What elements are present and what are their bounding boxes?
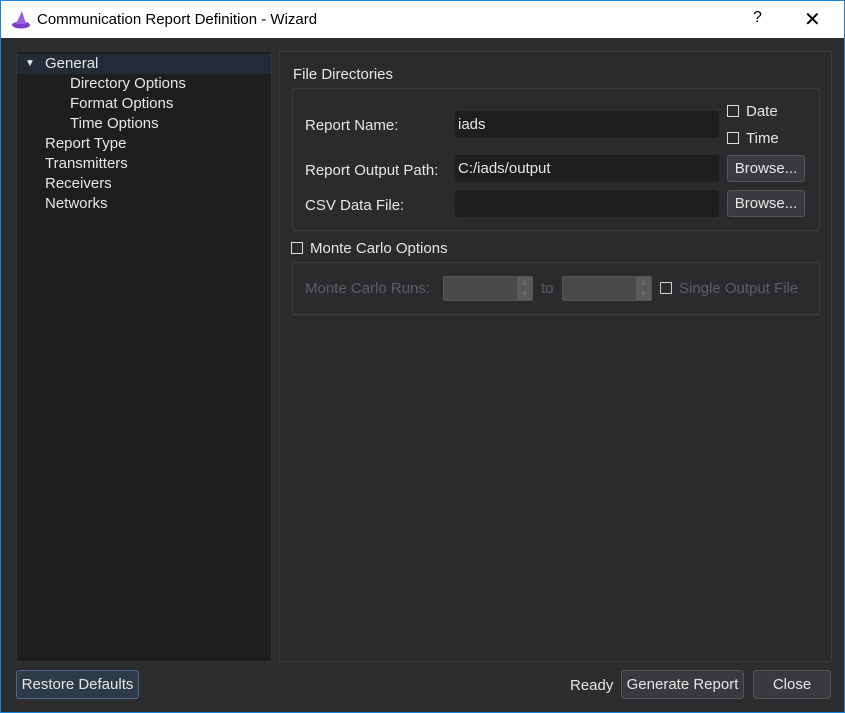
tree-item-time-options[interactable]: Time Options: [70, 114, 159, 134]
tree-item-general[interactable]: ▼ General: [17, 54, 271, 74]
csv-label: CSV Data File:: [305, 197, 405, 214]
tree-item-report-type[interactable]: Report Type: [45, 134, 126, 154]
tree-item-receivers[interactable]: Receivers: [45, 174, 112, 194]
title-bar: Communication Report Definition - Wizard…: [1, 1, 844, 38]
browse-csv-button[interactable]: Browse...: [727, 190, 805, 217]
browse-output-button[interactable]: Browse...: [727, 155, 805, 182]
close-button[interactable]: Close: [753, 670, 831, 699]
checkbox-icon: [660, 282, 672, 294]
time-checkbox[interactable]: Time: [727, 130, 779, 147]
tree-item-transmitters[interactable]: Transmitters: [45, 154, 128, 174]
output-path-label: Report Output Path:: [305, 162, 439, 179]
tree-item-networks[interactable]: Networks: [45, 194, 108, 214]
checkbox-icon: [727, 105, 739, 117]
monte-carlo-runs-label: Monte Carlo Runs:: [305, 280, 431, 297]
tree-item-format-options[interactable]: Format Options: [70, 94, 173, 114]
navigation-tree: ▼ General Directory Options Format Optio…: [16, 51, 272, 662]
tree-item-directory-options[interactable]: Directory Options: [70, 74, 186, 94]
window-close-button[interactable]: ✕: [804, 7, 821, 32]
checkbox-icon: [291, 242, 303, 254]
status-text: Ready: [570, 677, 614, 694]
date-checkbox[interactable]: Date: [727, 103, 778, 120]
report-name-label: Report Name:: [305, 117, 399, 134]
monte-carlo-checkbox[interactable]: Monte Carlo Options: [291, 240, 448, 257]
general-panel: File Directories Report Name: iads Date …: [279, 51, 832, 662]
output-path-input[interactable]: C:/iads/output: [455, 155, 719, 182]
single-output-checkbox[interactable]: Single Output File: [660, 280, 798, 297]
expand-arrow-icon[interactable]: ▼: [25, 54, 35, 74]
file-directories-title: File Directories: [293, 66, 394, 83]
checkbox-icon: [727, 132, 739, 144]
wizard-hat-icon: [12, 11, 30, 29]
monte-carlo-group: Monte Carlo Runs: ▲ ▼ to ▲ ▼ Single Output…: [292, 262, 820, 315]
generate-report-button[interactable]: Generate Report: [621, 670, 744, 699]
runs-from-spinbox[interactable]: ▲ ▼: [443, 276, 533, 301]
window-title: Communication Report Definition - Wizard: [37, 11, 318, 28]
report-name-input[interactable]: iads: [455, 111, 719, 138]
help-button[interactable]: ?: [753, 9, 762, 27]
to-label: to: [541, 280, 554, 297]
runs-to-spinbox[interactable]: ▲ ▼: [562, 276, 652, 301]
spin-arrows-icon[interactable]: ▲ ▼: [517, 277, 532, 300]
csv-data-file-input[interactable]: [455, 190, 719, 217]
file-directories-group: Report Name: iads Date Time Report Outpu…: [292, 88, 820, 231]
spin-arrows-icon[interactable]: ▲ ▼: [636, 277, 651, 300]
restore-defaults-button[interactable]: Restore Defaults: [16, 670, 139, 699]
